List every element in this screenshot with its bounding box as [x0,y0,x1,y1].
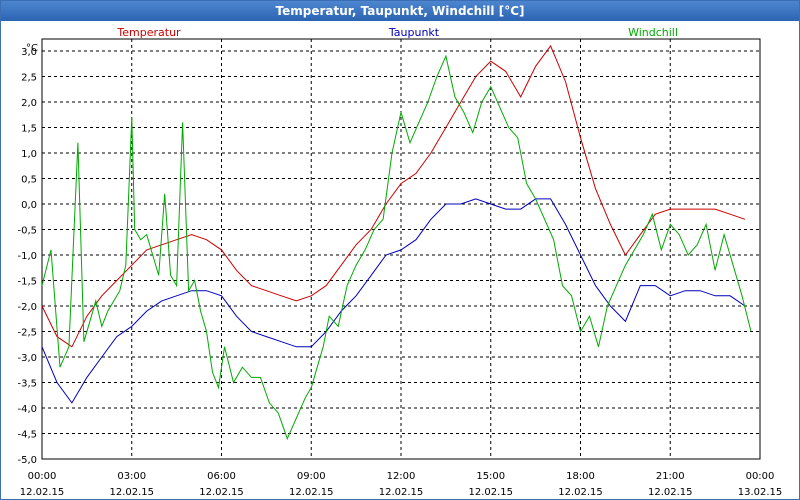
y-tick-label: -2,0 [17,302,37,313]
x-tick-date: 12.02.15 [199,487,244,498]
x-tick-time: 00:00 [746,471,775,482]
window-title: Temperatur, Taupunkt, Windchill [°C] [1,1,799,21]
y-axis-label: °C [26,43,38,54]
y-tick-label: -2,5 [17,328,37,339]
x-tick-date: 13.02.15 [738,487,783,498]
legend-item-temperatur: Temperatur [116,26,181,39]
x-tick-time: 06:00 [207,471,236,482]
x-tick-date: 12.02.15 [468,487,513,498]
x-tick-date: 12.02.15 [558,487,603,498]
y-tick-label: -3,0 [17,353,37,364]
x-tick-date: 12.02.15 [109,487,154,498]
x-tick-time: 21:00 [656,471,685,482]
y-tick-label: -1,5 [17,277,37,288]
y-tick-label: 0,0 [21,200,37,211]
x-tick-date: 12.02.15 [379,487,424,498]
legend: Temperatur Taupunkt Windchill [116,26,678,39]
y-tick-label: -0,5 [17,226,37,237]
legend-item-windchill: Windchill [628,26,678,39]
x-axis-ticks: 00:00 12.02.15 03:00 12.02.15 06:00 12.02.15 0… [20,471,783,498]
x-tick-date: 12.02.15 [648,487,693,498]
y-tick-label: 2,0 [21,98,37,109]
y-tick-label: -5,0 [17,455,37,466]
y-tick-label: -4,5 [17,430,37,441]
legend-item-taupunkt: Taupunkt [388,26,440,39]
y-tick-label: -4,0 [17,404,37,415]
y-axis-ticks: 3,02,52,01,51,00,50,0-0,5-1,0-1,5-2,0-2,… [17,47,37,466]
x-tick-time: 00:00 [28,471,57,482]
y-tick-label: 0,5 [21,175,37,186]
chart-window: Temperatur, Taupunkt, Windchill [°C] 3,0… [0,0,800,500]
x-tick-time: 18:00 [566,471,595,482]
x-tick-time: 09:00 [297,471,326,482]
x-tick-date: 12.02.15 [20,487,65,498]
y-tick-label: 1,0 [21,149,37,160]
x-tick-date: 12.02.15 [289,487,334,498]
chart-svg: 3,02,52,01,51,00,50,0-0,5-1,0-1,5-2,0-2,… [17,26,783,498]
y-tick-label: -3,5 [17,379,37,390]
y-tick-label: 1,5 [21,124,37,135]
x-tick-time: 12:00 [387,471,416,482]
y-tick-label: -1,0 [17,251,37,262]
y-tick-label: 2,5 [21,73,37,84]
x-tick-time: 03:00 [117,471,146,482]
x-tick-time: 15:00 [476,471,505,482]
